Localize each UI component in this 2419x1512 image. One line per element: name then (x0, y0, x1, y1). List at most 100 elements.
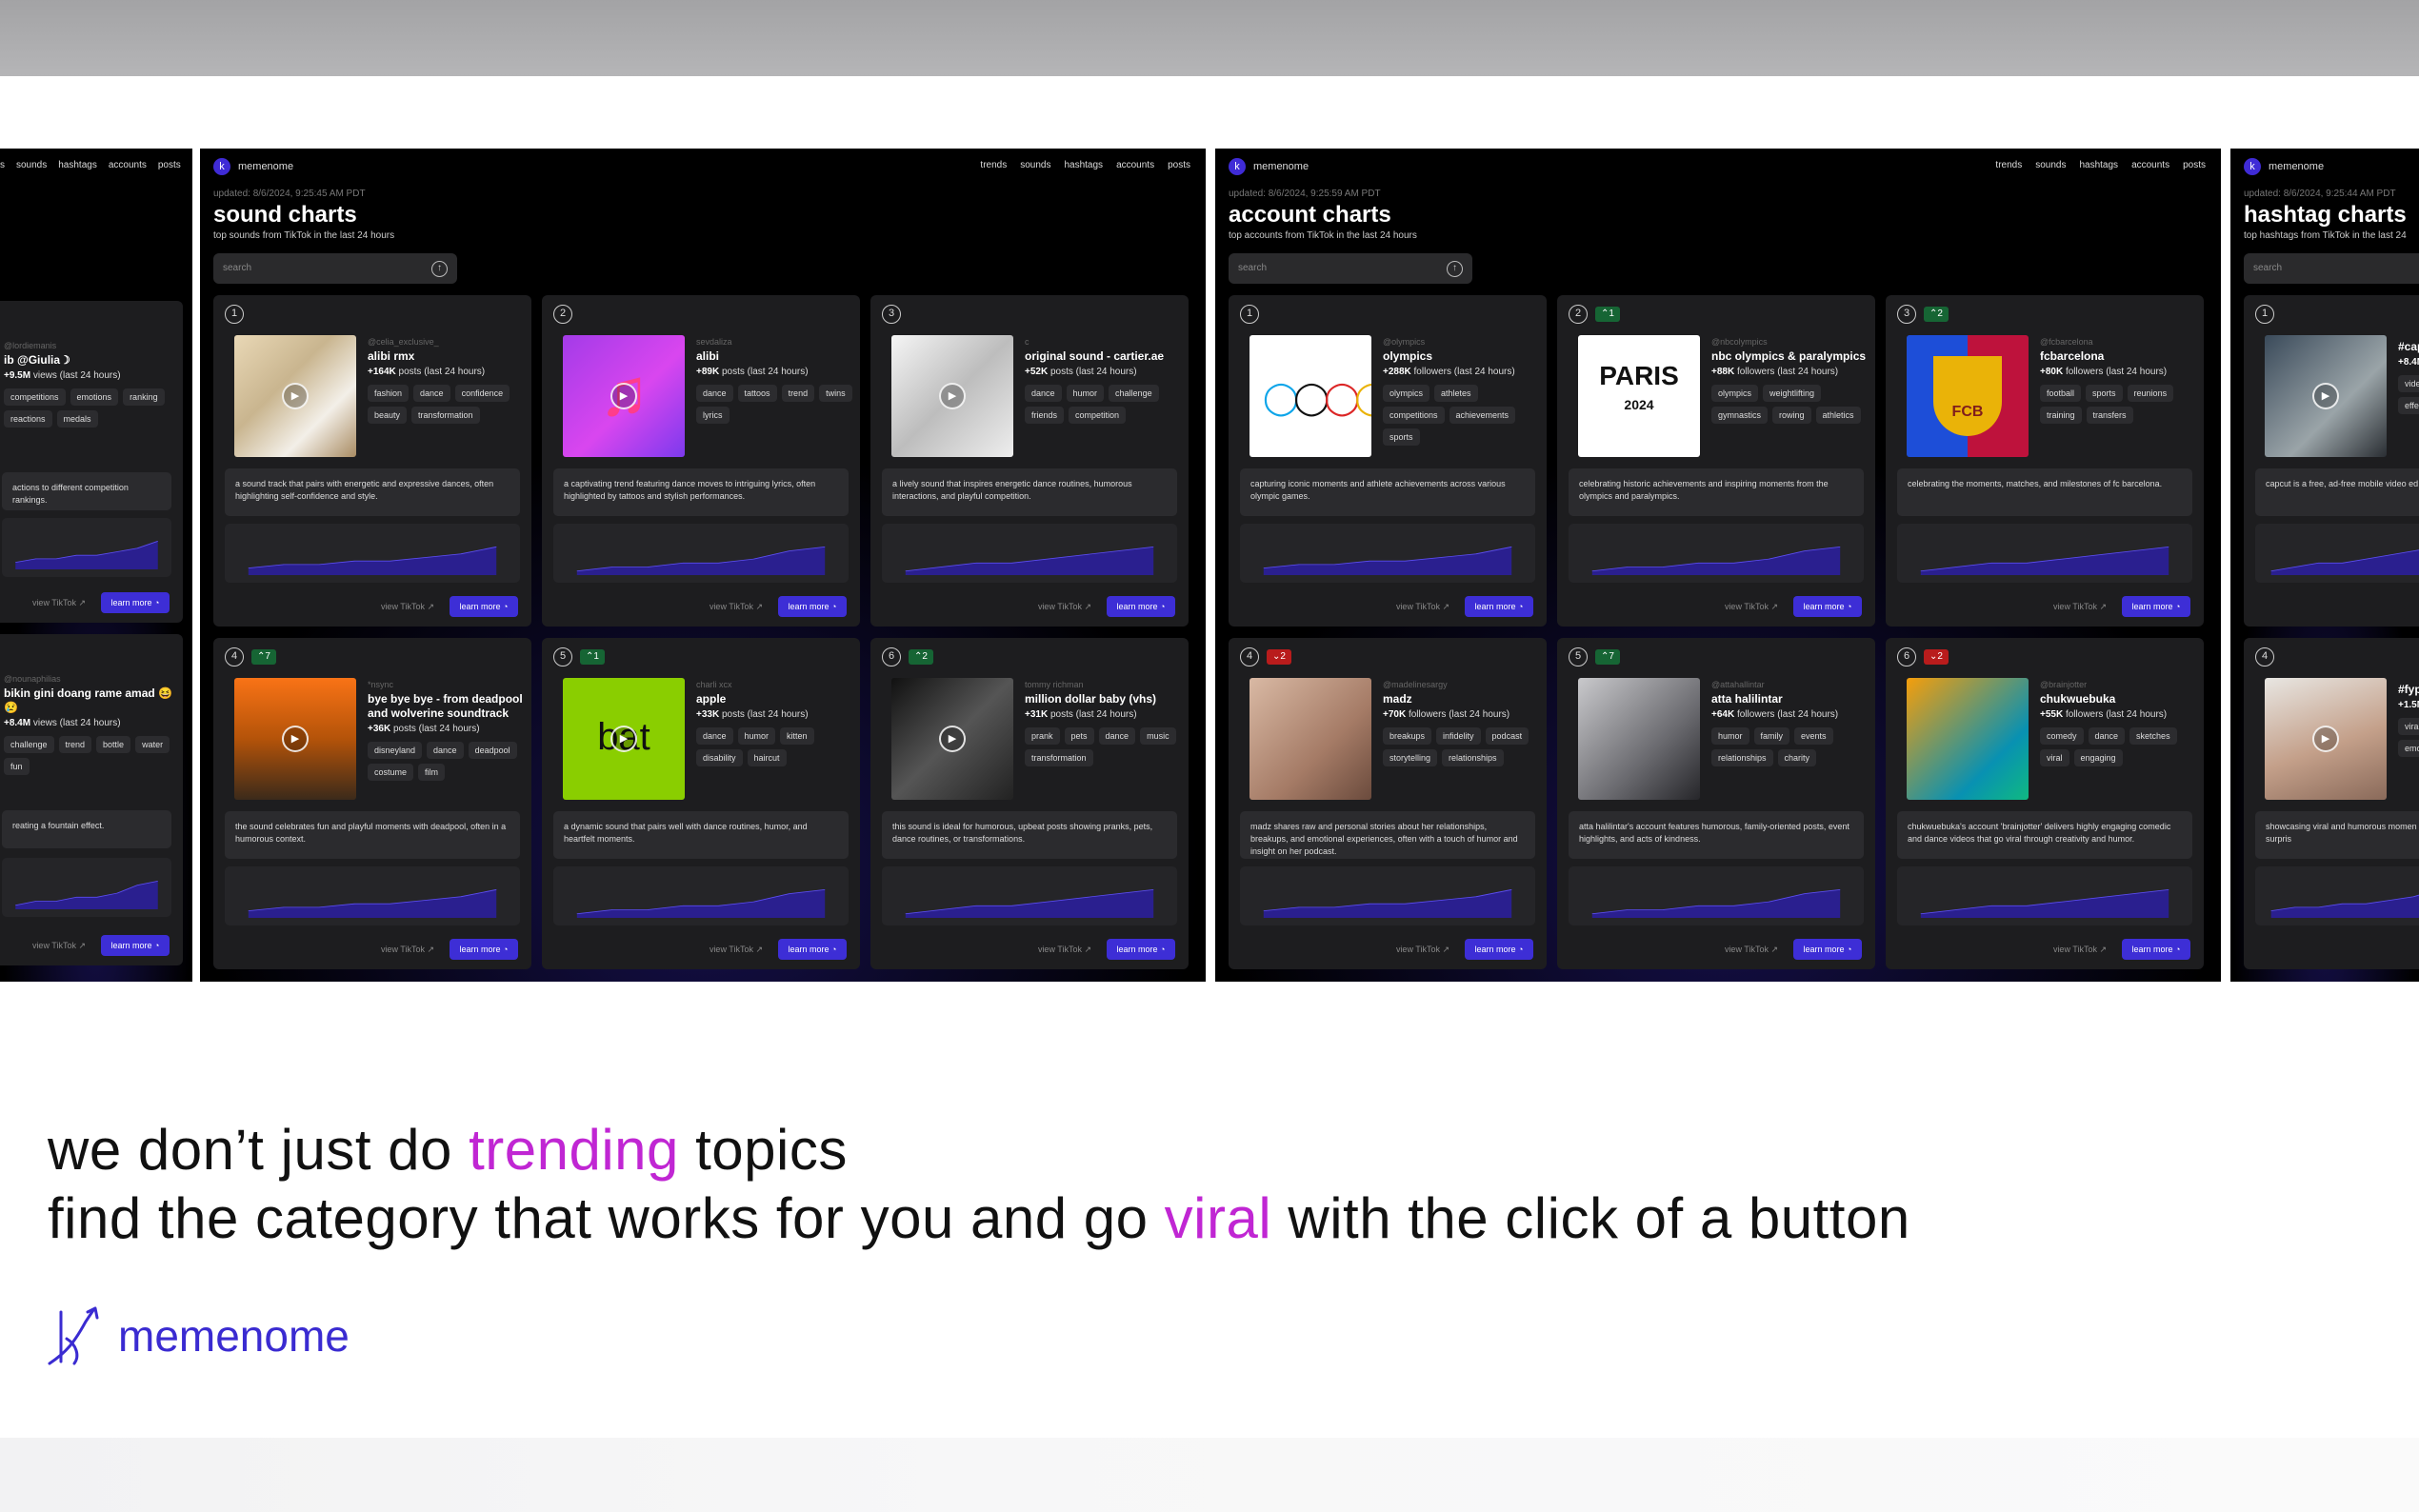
play-icon[interactable]: ▶ (610, 726, 637, 752)
learn-more-button[interactable]: learn more ◔ (2122, 939, 2190, 960)
tag[interactable]: humor (737, 727, 776, 745)
tag[interactable]: ranking (123, 388, 165, 406)
logo[interactable]: k memenome (1229, 158, 1309, 175)
tag[interactable]: disability (696, 749, 743, 766)
view-tiktok-link[interactable]: view TikTok ↗ (381, 602, 434, 612)
learn-more-button[interactable]: learn more ◔ (101, 592, 170, 613)
search-input[interactable]: search ↑ (213, 253, 457, 284)
tag[interactable]: family (1753, 727, 1790, 745)
tag[interactable]: sketches (2129, 727, 2177, 745)
sound-card[interactable]: 1 ▶ @celia_exclusive_ alibi rmx +164K posts … (213, 295, 531, 627)
play-icon[interactable]: ▶ (282, 383, 309, 409)
play-icon[interactable]: ▶ (282, 726, 309, 752)
tag[interactable]: dance (1098, 727, 1136, 745)
nav-link-accounts[interactable]: accounts (109, 160, 147, 170)
tag[interactable]: storytelling (1383, 749, 1438, 766)
tag[interactable]: haircut (747, 749, 787, 766)
nav-link-hashtags[interactable]: hashtags (58, 160, 97, 170)
tag[interactable]: tattoos (737, 385, 777, 402)
account-card[interactable]: 3 ⌃2 FCB @fcbarcelona fcbarcelona +80K follow… (1886, 295, 2204, 627)
account-card[interactable]: 6 ⌄2 @brainjotter chukwuebuka +55K followers… (1886, 638, 2204, 969)
tag[interactable]: humor (1711, 727, 1749, 745)
tag[interactable]: medals (56, 410, 98, 428)
learn-more-button[interactable]: learn more ◔ (1465, 939, 1533, 960)
tag[interactable]: video (2398, 375, 2419, 392)
tag[interactable]: reunions (2127, 385, 2174, 402)
tag[interactable]: film (418, 764, 446, 781)
account-card[interactable]: 1 ◯◯◯◯◯ @olympics olympics +288K followers (… (1229, 295, 1547, 627)
tag[interactable]: effects (2398, 397, 2419, 414)
view-tiktok-link[interactable]: view TikTok ↗ (381, 945, 434, 955)
sound-thumbnail[interactable]: ♫ ▶ (563, 335, 685, 457)
account-thumbnail[interactable] (1249, 678, 1371, 800)
tag[interactable]: friends (1025, 407, 1065, 424)
hashtag-thumbnail[interactable]: ▶ (2265, 678, 2387, 800)
tag[interactable]: lyrics (696, 407, 730, 424)
tag[interactable]: disneyland (368, 742, 423, 759)
account-card[interactable]: 5 ⌃7 @attahallintar atta halilintar +64K fol… (1557, 638, 1875, 969)
tag[interactable]: prank (1025, 727, 1060, 745)
nav-link-sounds[interactable]: sounds (1020, 160, 1050, 170)
view-tiktok-link[interactable]: view TikTok ↗ (2053, 945, 2107, 955)
learn-more-button[interactable]: learn more ◔ (1793, 939, 1862, 960)
tag[interactable]: training (2040, 407, 2082, 424)
learn-more-button[interactable]: learn more ◔ (1107, 596, 1175, 617)
tag[interactable]: emotio (2398, 740, 2419, 757)
tag[interactable]: achievements (1449, 407, 1516, 424)
sound-card[interactable]: 2 ♫ ▶ sevdaliza alibi +89K posts (last 24 hou… (542, 295, 860, 627)
search-submit-icon[interactable]: ↑ (431, 261, 448, 277)
search-submit-icon[interactable]: ↑ (1447, 261, 1463, 277)
view-tiktok-link[interactable]: view TikTok ↗ (1038, 602, 1091, 612)
view-tiktok-link[interactable]: view TikTok ↗ (710, 602, 763, 612)
view-tiktok-link[interactable]: view TikTok ↗ (1038, 945, 1091, 955)
tag[interactable]: competitions (4, 388, 66, 406)
tag[interactable]: charity (1777, 749, 1817, 766)
tag[interactable]: beauty (368, 407, 408, 424)
tag[interactable]: events (1794, 727, 1833, 745)
tag[interactable]: challenge (1109, 385, 1159, 402)
tag[interactable]: kitten (780, 727, 814, 745)
account-thumbnail[interactable] (1907, 678, 2029, 800)
nav-link-sounds[interactable]: sounds (16, 160, 47, 170)
nav-link-accounts[interactable]: accounts (1116, 160, 1154, 170)
tag[interactable]: dance (696, 727, 733, 745)
logo[interactable]: k memenome (2244, 158, 2324, 175)
play-icon[interactable]: ▶ (939, 726, 966, 752)
hashtag-card-1[interactable]: 1 ▶ #capc +8.4M video effects capcut is … (2244, 295, 2419, 627)
tag[interactable]: transformation (411, 407, 480, 424)
tag[interactable]: viral (2398, 718, 2419, 735)
view-tiktok-link[interactable]: view TikTok ↗ (32, 598, 86, 608)
tag[interactable]: emotions (70, 388, 119, 406)
tag[interactable]: athletes (1434, 385, 1478, 402)
sound-card[interactable]: 5 ⌃1 bat ▶ charli xcx apple +33K posts (last 2… (542, 638, 860, 969)
sound-card[interactable]: 4 ⌃7 ▶ *nsync bye bye bye - from deadpool an… (213, 638, 531, 969)
tag[interactable]: gymnastics (1711, 407, 1769, 424)
learn-more-button[interactable]: learn more ◔ (450, 596, 518, 617)
tag[interactable]: athletics (1815, 407, 1861, 424)
tag[interactable]: dance (413, 385, 450, 402)
search-input[interactable]: search ↑ (1229, 253, 1472, 284)
tag[interactable]: challenge (4, 736, 54, 753)
learn-more-button[interactable]: learn more ◔ (1793, 596, 1862, 617)
sound-thumbnail[interactable]: ▶ (891, 335, 1013, 457)
nav-link-posts[interactable]: posts (1168, 160, 1190, 170)
tag[interactable]: competitions (1383, 407, 1445, 424)
tag[interactable]: relationships (1711, 749, 1773, 766)
tag[interactable]: infidelity (1436, 727, 1481, 745)
tag[interactable]: bottle (96, 736, 131, 753)
learn-more-button[interactable]: learn more ◔ (1465, 596, 1533, 617)
tag[interactable]: podcast (1485, 727, 1529, 745)
tag[interactable]: dance (696, 385, 733, 402)
nav-link-sounds[interactable]: sounds (2035, 160, 2066, 170)
learn-more-button[interactable]: learn more ◔ (1107, 939, 1175, 960)
tag[interactable]: dance (2088, 727, 2126, 745)
account-card[interactable]: 2 ⌃1 PARIS 2024 @nbcolympics nbc olympics & p… (1557, 295, 1875, 627)
tag[interactable]: transformation (1025, 749, 1093, 766)
sound-card[interactable]: 3 ▶ c original sound - cartier.ae +52K posts… (870, 295, 1189, 627)
tag[interactable]: costume (368, 764, 414, 781)
nav-link-posts[interactable]: posts (158, 160, 181, 170)
learn-more-button[interactable]: learn more ◔ (778, 596, 847, 617)
tag[interactable]: olympics (1711, 385, 1759, 402)
tag[interactable]: competition (1069, 407, 1127, 424)
left-card-2[interactable]: @nounaphilias bikin gini doang rame amad… (0, 634, 183, 965)
